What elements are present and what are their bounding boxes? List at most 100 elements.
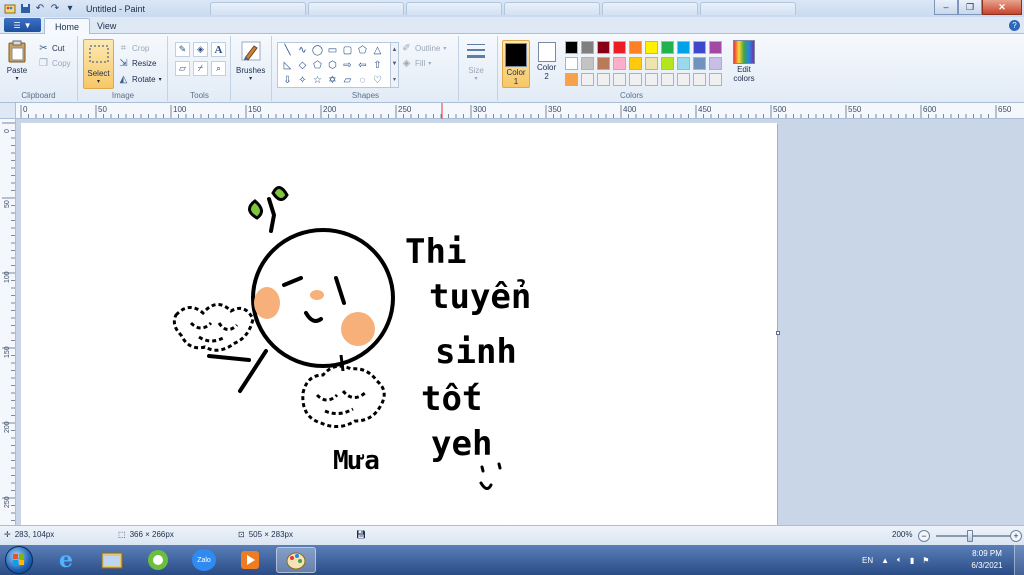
minimize-button[interactable]: – bbox=[934, 0, 958, 15]
help-icon[interactable]: ? bbox=[1009, 20, 1020, 31]
rotate-button[interactable]: ◭ Rotate ▾ bbox=[118, 72, 162, 86]
rectangle-shape-icon[interactable]: ▭ bbox=[325, 43, 340, 58]
pentagon-shape-icon[interactable]: ⬠ bbox=[310, 58, 325, 73]
palette-swatch[interactable] bbox=[613, 57, 626, 70]
shapes-scrollbar[interactable]: ▲ ▼ ▾ bbox=[390, 42, 399, 88]
edit-colors-button[interactable]: Edit colors bbox=[733, 40, 755, 83]
show-hidden-icons[interactable]: ▲ bbox=[881, 556, 889, 565]
tab-view[interactable]: View bbox=[87, 18, 126, 34]
taskbar-internet-explorer[interactable]: e bbox=[46, 547, 86, 573]
palette-swatch[interactable] bbox=[565, 41, 578, 54]
taskbar-paint[interactable] bbox=[276, 547, 316, 573]
palette-swatch[interactable] bbox=[565, 57, 578, 70]
palette-swatch[interactable] bbox=[581, 73, 594, 86]
triangle-shape-icon[interactable]: △ bbox=[370, 43, 385, 58]
background-tab[interactable] bbox=[602, 2, 698, 15]
redo-icon[interactable]: ↷ bbox=[49, 3, 61, 15]
rounded-rectangle-shape-icon[interactable]: ▢ bbox=[340, 43, 355, 58]
hexagon-shape-icon[interactable]: ⬡ bbox=[325, 58, 340, 73]
palette-swatch[interactable] bbox=[677, 57, 690, 70]
four-point-star-shape-icon[interactable]: ✧ bbox=[295, 73, 310, 88]
up-arrow-shape-icon[interactable]: ⇧ bbox=[370, 58, 385, 73]
polygon-shape-icon[interactable]: ⬠ bbox=[355, 43, 370, 58]
palette-swatch[interactable] bbox=[661, 73, 674, 86]
size-button[interactable]: Size ▾ bbox=[465, 40, 487, 82]
outline-button[interactable]: ✐ Outline ▾ bbox=[401, 41, 446, 55]
start-button[interactable] bbox=[5, 546, 33, 574]
zoom-in-button[interactable]: + bbox=[1010, 530, 1022, 542]
background-tab[interactable] bbox=[504, 2, 600, 15]
right-triangle-shape-icon[interactable]: ◺ bbox=[280, 58, 295, 73]
taskbar-clock[interactable]: 8:09 PM 6/3/2021 bbox=[962, 548, 1012, 572]
palette-swatch[interactable] bbox=[709, 57, 722, 70]
background-tab[interactable] bbox=[308, 2, 404, 15]
show-desktop-button[interactable] bbox=[1014, 545, 1024, 575]
palette-swatch[interactable] bbox=[597, 57, 610, 70]
palette-swatch[interactable] bbox=[645, 41, 658, 54]
oval-callout-shape-icon[interactable]: ◌ bbox=[355, 73, 370, 88]
palette-swatch[interactable] bbox=[613, 73, 626, 86]
crop-button[interactable]: ⌗ Crop bbox=[118, 41, 150, 55]
brushes-dropdown-icon[interactable]: ▾ bbox=[249, 75, 252, 82]
text-tool-icon[interactable]: A bbox=[211, 42, 226, 57]
down-arrow-shape-icon[interactable]: ⇩ bbox=[280, 73, 295, 88]
rotate-dropdown-icon[interactable]: ▾ bbox=[159, 76, 162, 83]
palette-swatch[interactable] bbox=[581, 41, 594, 54]
file-menu-button[interactable]: ☰ ▼ bbox=[4, 18, 41, 32]
brushes-button[interactable]: Brushes ▾ bbox=[236, 40, 265, 82]
callout-shape-icon[interactable]: ▱ bbox=[340, 73, 355, 88]
palette-swatch[interactable] bbox=[645, 57, 658, 70]
paste-dropdown-icon[interactable]: ▾ bbox=[15, 75, 18, 82]
palette-swatch[interactable] bbox=[693, 41, 706, 54]
background-tab[interactable] bbox=[210, 2, 306, 15]
paste-button[interactable]: Paste ▾ bbox=[6, 40, 28, 82]
zoom-out-button[interactable]: − bbox=[918, 530, 930, 542]
fill-button[interactable]: ◈ Fill ▾ bbox=[401, 56, 432, 70]
pencil-icon[interactable]: ✎ bbox=[175, 42, 190, 57]
undo-icon[interactable]: ↶ bbox=[34, 3, 46, 15]
select-dropdown-icon[interactable]: ▾ bbox=[97, 78, 100, 85]
palette-swatch[interactable] bbox=[629, 73, 642, 86]
palette-swatch[interactable] bbox=[597, 73, 610, 86]
left-arrow-shape-icon[interactable]: ⇦ bbox=[355, 58, 370, 73]
taskbar-coccoc[interactable] bbox=[138, 547, 178, 573]
color1-selector[interactable]: Color 1 bbox=[502, 40, 530, 88]
eraser-icon[interactable]: ▱ bbox=[175, 61, 190, 76]
resize-button[interactable]: ⇲ Resize bbox=[118, 56, 156, 70]
curve-shape-icon[interactable]: ∿ bbox=[295, 43, 310, 58]
action-center-icon[interactable]: ⚑ bbox=[922, 556, 929, 565]
network-icon[interactable]: ▮ bbox=[910, 556, 914, 565]
diamond-shape-icon[interactable]: ◇ bbox=[295, 58, 310, 73]
oval-shape-icon[interactable]: ◯ bbox=[310, 43, 325, 58]
right-arrow-shape-icon[interactable]: ⇨ bbox=[340, 58, 355, 73]
background-tab[interactable] bbox=[700, 2, 796, 15]
palette-swatch[interactable] bbox=[613, 41, 626, 54]
canvas-resize-handle-right[interactable] bbox=[776, 331, 780, 335]
palette-swatch[interactable] bbox=[581, 57, 594, 70]
select-button[interactable]: Select ▾ bbox=[83, 39, 114, 89]
paint-app-icon[interactable] bbox=[4, 3, 16, 15]
magnifier-icon[interactable]: ⌕ bbox=[211, 61, 226, 76]
palette-swatch[interactable] bbox=[597, 41, 610, 54]
heart-shape-icon[interactable]: ♡ bbox=[370, 73, 385, 88]
cut-button[interactable]: ✂ Cut bbox=[38, 41, 64, 55]
copy-button[interactable]: ❐ Copy bbox=[38, 56, 71, 70]
palette-swatch[interactable] bbox=[565, 73, 578, 86]
zoom-slider-track[interactable] bbox=[936, 535, 1010, 537]
palette-swatch[interactable] bbox=[629, 41, 642, 54]
palette-swatch[interactable] bbox=[693, 57, 706, 70]
five-point-star-shape-icon[interactable]: ☆ bbox=[310, 73, 325, 88]
language-indicator[interactable]: EN bbox=[862, 556, 873, 565]
save-icon[interactable] bbox=[19, 3, 31, 15]
tab-home[interactable]: Home bbox=[44, 18, 91, 34]
six-point-star-shape-icon[interactable]: ✡ bbox=[325, 73, 340, 88]
fill-bucket-icon[interactable]: ◈ bbox=[193, 42, 208, 57]
taskbar-media-player[interactable] bbox=[230, 547, 270, 573]
color-picker-icon[interactable]: ⌿ bbox=[193, 61, 208, 76]
line-shape-icon[interactable]: ╲ bbox=[280, 43, 295, 58]
color2-selector[interactable]: Color 2 bbox=[537, 40, 556, 81]
drawing-canvas[interactable]: Thi tuyển sinh tốt yeh Mưa bbox=[21, 123, 777, 525]
customize-qat-icon[interactable]: ▾ bbox=[64, 3, 76, 15]
restore-button[interactable]: ❐ bbox=[958, 0, 982, 15]
zoom-slider-thumb[interactable] bbox=[967, 530, 973, 542]
